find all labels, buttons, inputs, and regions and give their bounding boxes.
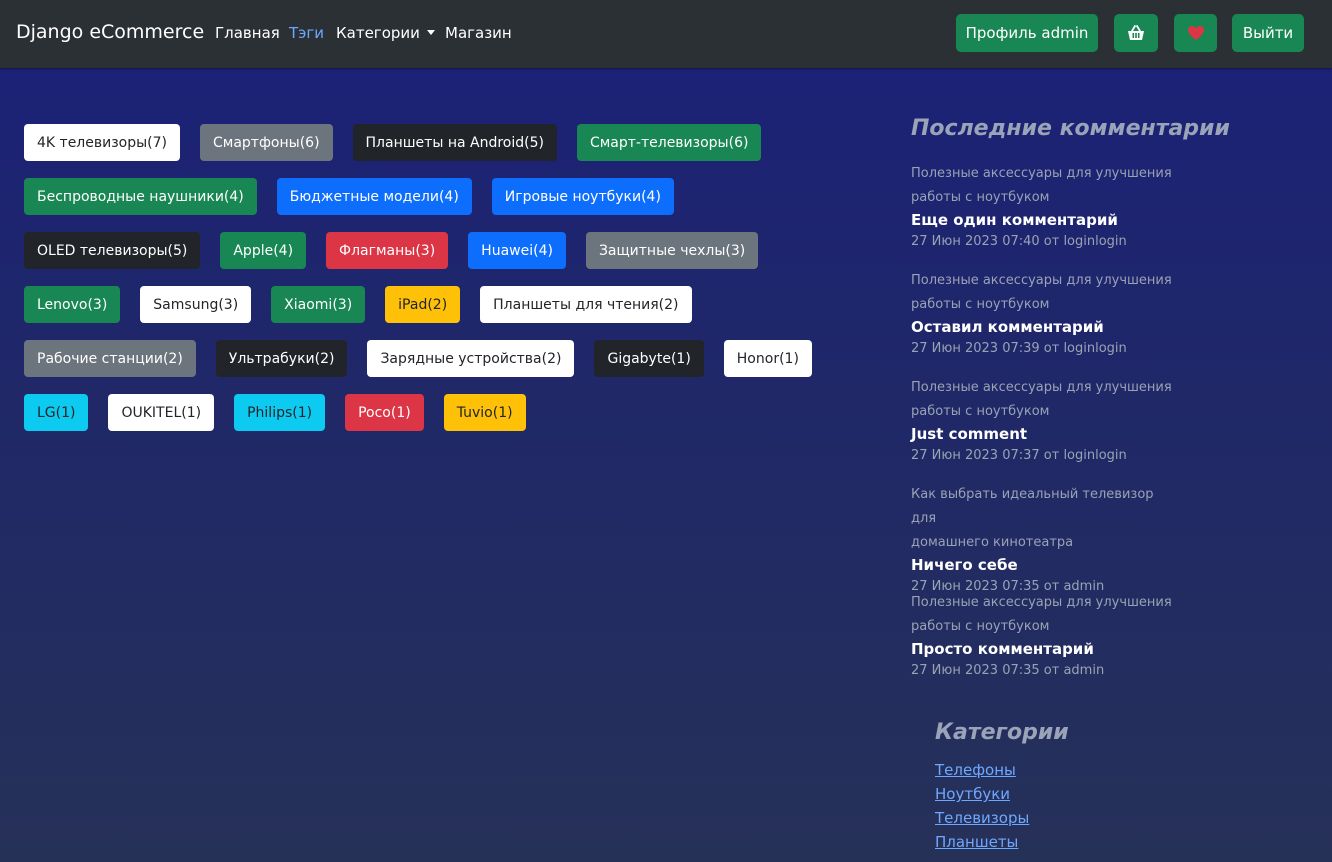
category-link-tablets[interactable]: Планшеты <box>935 830 1029 854</box>
tag-badge[interactable]: Huawei(4) <box>468 232 566 269</box>
comment-post-title[interactable]: Полезные аксессуары для улучшения работы … <box>911 269 1181 317</box>
tag-badge[interactable]: Планшеты для чтения(2) <box>480 286 692 323</box>
category-link-tvs[interactable]: Телевизоры <box>935 806 1029 830</box>
tag-row: Беспроводные наушники(4) Бюджетные модели… <box>24 178 864 215</box>
nav-link-home[interactable]: Главная <box>215 24 280 42</box>
comment-item: Как выбрать идеальный телевизор для домаш… <box>911 483 1181 599</box>
nav-dropdown-categories[interactable]: Категории <box>336 24 435 42</box>
tag-badge[interactable]: Флагманы(3) <box>326 232 449 269</box>
logout-button[interactable]: Выйти <box>1232 14 1304 52</box>
tag-badge[interactable]: OLED телевизоры(5) <box>24 232 201 269</box>
comment-item: Полезные аксессуары для улучшения работы … <box>911 376 1181 468</box>
comment-meta: 27 Июн 2023 07:39 от loginlogin <box>911 341 1127 356</box>
navbar: Django eCommerce Главная Тэги Категории … <box>0 0 1332 68</box>
comment-item: Полезные аксессуары для улучшения работы … <box>911 591 1181 683</box>
profile-button[interactable]: Профиль admin <box>956 14 1098 52</box>
comment-meta: 27 Июн 2023 07:35 от admin <box>911 663 1105 678</box>
latest-comments-heading: Последние комментарии <box>911 116 1230 141</box>
categories-list: Телефоны Ноутбуки Телевизоры Планшеты <box>935 758 1029 854</box>
comment-post-title[interactable]: Как выбрать идеальный телевизор для домаш… <box>911 483 1181 555</box>
basket-icon <box>1128 25 1144 40</box>
tag-badge[interactable]: OUKITEL(1) <box>108 394 215 431</box>
tag-badge[interactable]: Игровые ноутбуки(4) <box>491 178 674 215</box>
tag-badge[interactable]: Gigabyte(1) <box>594 340 704 377</box>
categories-heading: Категории <box>935 720 1069 745</box>
comment-text: Just comment <box>911 425 1028 443</box>
tag-badge[interactable]: Беспроводные наушники(4) <box>24 178 257 215</box>
tag-badge[interactable]: Смарт-телевизоры(6) <box>576 124 762 161</box>
chevron-down-icon <box>426 30 435 35</box>
nav-link-shop[interactable]: Магазин <box>445 24 512 42</box>
comment-post-title[interactable]: Полезные аксессуары для улучшения работы … <box>911 162 1181 210</box>
nav-dropdown-label: Категории <box>336 24 420 42</box>
tag-row: OLED телевизоры(5) Apple(4) Флагманы(3) Hua… <box>24 232 864 269</box>
tag-badge[interactable]: Зарядные устройства(2) <box>367 340 575 377</box>
comment-text: Ничего себе <box>911 556 1018 574</box>
comment-text: Еще один комментарий <box>911 211 1118 229</box>
tag-row: 4K телевизоры(7) Смартфоны(6) Планшеты на … <box>24 124 864 161</box>
tag-badge[interactable]: Philips(1) <box>234 394 326 431</box>
tag-badge[interactable]: Poco(1) <box>345 394 424 431</box>
tag-row: Lenovo(3) Samsung(3) Xiaomi(3) iPad(2) Планш… <box>24 286 864 323</box>
tag-badge[interactable]: Tuvio(1) <box>443 394 526 431</box>
cart-button[interactable] <box>1114 14 1158 52</box>
tag-badge[interactable]: Ультрабуки(2) <box>215 340 348 377</box>
category-link-phones[interactable]: Телефоны <box>935 758 1029 782</box>
tag-badge[interactable]: Lenovo(3) <box>24 286 121 323</box>
category-link-laptops[interactable]: Ноутбуки <box>935 782 1029 806</box>
tag-row: Рабочие станции(2) Ультрабуки(2) Зарядные … <box>24 340 864 377</box>
comment-post-title[interactable]: Полезные аксессуары для улучшения работы … <box>911 591 1181 639</box>
tag-badge[interactable]: Смартфоны(6) <box>200 124 333 161</box>
tag-cloud: 4K телевизоры(7) Смартфоны(6) Планшеты на … <box>24 124 864 448</box>
tag-row: LG(1) OUKITEL(1) Philips(1) Poco(1) Tuvio(1) <box>24 394 864 431</box>
brand-link[interactable]: Django eCommerce <box>16 21 204 43</box>
tag-badge[interactable]: Бюджетные модели(4) <box>276 178 472 215</box>
tag-badge[interactable]: Планшеты на Android(5) <box>352 124 557 161</box>
tag-badge[interactable]: Рабочие станции(2) <box>24 340 196 377</box>
tag-badge[interactable]: Apple(4) <box>220 232 307 269</box>
comment-meta: 27 Июн 2023 07:40 от loginlogin <box>911 234 1127 249</box>
tag-badge[interactable]: Honor(1) <box>723 340 812 377</box>
comment-text: Оставил комментарий <box>911 318 1104 336</box>
tag-badge[interactable]: 4K телевизоры(7) <box>24 124 180 161</box>
comment-item: Полезные аксессуары для улучшения работы … <box>911 269 1181 361</box>
tag-badge[interactable]: LG(1) <box>24 394 89 431</box>
comment-post-title[interactable]: Полезные аксессуары для улучшения работы … <box>911 376 1181 424</box>
tag-badge[interactable]: iPad(2) <box>385 286 461 323</box>
heart-icon <box>1187 26 1204 40</box>
comment-item: Полезные аксессуары для улучшения работы … <box>911 162 1181 254</box>
wishlist-button[interactable] <box>1174 14 1217 52</box>
nav-link-tags[interactable]: Тэги <box>289 24 324 42</box>
tag-badge[interactable]: Samsung(3) <box>140 286 252 323</box>
comment-text: Просто комментарий <box>911 640 1094 658</box>
comment-meta: 27 Июн 2023 07:37 от loginlogin <box>911 448 1127 463</box>
tag-badge[interactable]: Защитные чехлы(3) <box>585 232 759 269</box>
tag-badge[interactable]: Xiaomi(3) <box>271 286 366 323</box>
